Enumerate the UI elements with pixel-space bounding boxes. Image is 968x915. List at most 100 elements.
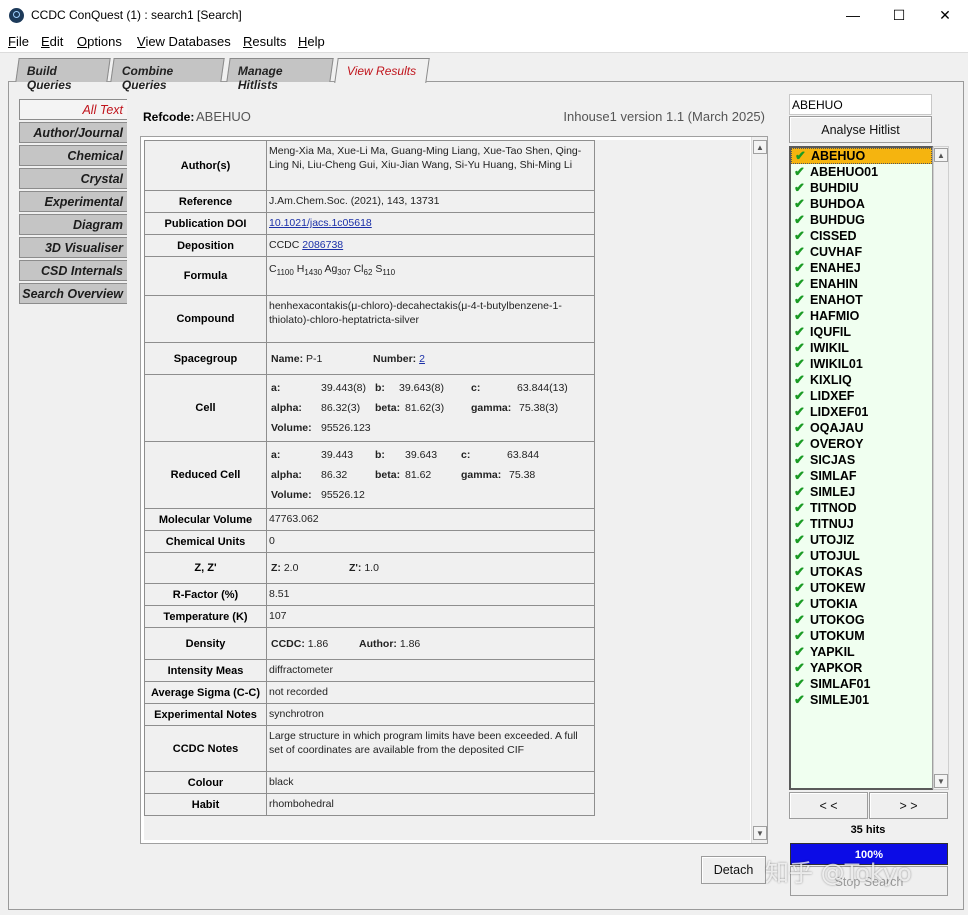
analyse-hitlist-button[interactable]: Analyse Hitlist (789, 116, 932, 143)
sidetab-csd-internals[interactable]: CSD Internals (19, 260, 127, 281)
hitlist-item[interactable]: ✔ LIDXEF01 (791, 404, 932, 420)
z-label: Z, Z' (144, 552, 267, 584)
hitlist-item[interactable]: ✔ ENAHOT (791, 292, 932, 308)
row-authors: Author(s) Meng-Xia Ma, Xue-Li Ma, Guang-… (144, 140, 595, 191)
menu-help[interactable]: Help (298, 34, 325, 49)
hitlist-item[interactable]: ✔ KIXLIQ (791, 372, 932, 388)
details-scrollbar[interactable]: ▲ ▼ (751, 137, 767, 843)
hitlist-item[interactable]: ✔ UTOKAS (791, 564, 932, 580)
hitlist-item[interactable]: ✔ SIMLAF (791, 468, 932, 484)
hitlist[interactable]: ✔ ABEHUO ✔ ABEHUO01 ✔ BUHDIU ✔ BUHDOA ✔ BUHDUG ✔ CI… (789, 146, 933, 790)
hitlist-item[interactable]: ✔ OQAJAU (791, 420, 932, 436)
checkmark-icon: ✔ (794, 596, 805, 611)
tab-combine-queries[interactable]: Combine Queries (110, 58, 225, 92)
hitlist-scrollbar[interactable]: ▲ ▼ (933, 146, 949, 790)
close-button[interactable]: ✕ (922, 0, 968, 31)
hitlist-item[interactable]: ✔ SIMLEJ01 (791, 692, 932, 708)
hitlist-item[interactable]: ✔ UTOKIA (791, 596, 932, 612)
sidetab-chemical[interactable]: Chemical (19, 145, 127, 166)
hits-count: 35 hits (850, 824, 886, 836)
hitlist-item[interactable]: ✔ HAFMIO (791, 308, 932, 324)
detach-button[interactable]: Detach (701, 856, 766, 884)
hitlist-item-label: LIDXEF01 (810, 405, 869, 419)
hitlist-scroll-down-icon[interactable]: ▼ (934, 774, 948, 788)
sidetab-diagram[interactable]: Diagram (19, 214, 127, 235)
sidetab-author-journal[interactable]: Author/Journal (19, 122, 127, 143)
tab-manage-hitlists[interactable]: Manage Hitlists (226, 58, 334, 92)
row-spacegroup: Spacegroup Name: P-1 Number: 2 (144, 342, 595, 375)
hitlist-item-label: ABEHUO (811, 149, 866, 163)
hitlist-item[interactable]: ✔ BUHDOA (791, 196, 932, 212)
hitlist-item[interactable]: ✔ SIMLEJ (791, 484, 932, 500)
stop-search-button[interactable]: Stop Search (790, 866, 948, 896)
menu-view-databases[interactable]: View Databases (137, 34, 231, 49)
sidetab-search-overview[interactable]: Search Overview (19, 283, 127, 304)
hitlist-item-label: UTOKAS (810, 565, 863, 579)
sidetab-crystal[interactable]: Crystal (19, 168, 127, 189)
hitlist-item[interactable]: ✔ OVEROY (791, 436, 932, 452)
hitlist-item-label: SIMLEJ01 (810, 693, 870, 707)
doi-link[interactable]: 10.1021/jacs.1c05618 (269, 217, 372, 229)
checkmark-icon: ✔ (794, 516, 805, 531)
hitlist-item-label: UTOKEW (810, 581, 866, 595)
hitlist-item[interactable]: ✔ CISSED (791, 228, 932, 244)
hitlist-item[interactable]: ✔ ABEHUO (791, 148, 932, 164)
hitlist-item[interactable]: ✔ UTOJIZ (791, 532, 932, 548)
hitlist-item[interactable]: ✔ UTOKEW (791, 580, 932, 596)
hitlist-item[interactable]: ✔ IWIKIL (791, 340, 932, 356)
hitlist-item[interactable]: ✔ ABEHUO01 (791, 164, 932, 180)
hitlist-item[interactable]: ✔ LIDXEF (791, 388, 932, 404)
hitlist-item-label: BUHDIU (810, 181, 859, 195)
hitlist-item-label: CUVHAF (810, 245, 863, 259)
checkmark-icon: ✔ (794, 532, 805, 547)
hitlist-item[interactable]: ✔ BUHDUG (791, 212, 932, 228)
hitlist-item[interactable]: ✔ BUHDIU (791, 180, 932, 196)
hitlist-item[interactable]: ✔ SIMLAF01 (791, 676, 932, 692)
hitlist-item[interactable]: ✔ YAPKIL (791, 644, 932, 660)
hitlist-item-label: IWIKIL01 (810, 357, 863, 371)
hitlist-item-label: SIMLEJ (810, 485, 856, 499)
reduced-cell-value: a: 39.443 b: 39.643 c: 63.844 alpha: 86.32 b… (266, 441, 595, 509)
hitlist-item[interactable]: ✔ TITNUJ (791, 516, 932, 532)
average-sigma-label: Average Sigma (C-C) (144, 681, 267, 704)
sidetab-3d-visualiser[interactable]: 3D Visualiser (19, 237, 127, 258)
hitlist-search-input[interactable]: ABEHUO (789, 94, 932, 115)
hitlist-item[interactable]: ✔ YAPKOR (791, 660, 932, 676)
authors-value: Meng-Xia Ma, Xue-Li Ma, Guang-Ming Liang… (266, 140, 595, 191)
menu-results[interactable]: Results (243, 34, 286, 49)
hitlist-item[interactable]: ✔ CUVHAF (791, 244, 932, 260)
hitlist-item[interactable]: ✔ IQUFIL (791, 324, 932, 340)
menu-edit[interactable]: Edit (41, 34, 63, 49)
spacegroup-number-link[interactable]: 2 (419, 353, 425, 365)
minimize-button[interactable]: — (830, 0, 876, 31)
hitlist-item[interactable]: ✔ ENAHIN (791, 276, 932, 292)
hitlist-item[interactable]: ✔ SICJAS (791, 452, 932, 468)
hitlist-scroll-up-icon[interactable]: ▲ (934, 148, 948, 162)
checkmark-icon: ✔ (794, 580, 805, 595)
hitlist-item[interactable]: ✔ IWIKIL01 (791, 356, 932, 372)
maximize-button[interactable]: ☐ (876, 0, 922, 31)
tab-build-queries[interactable]: Build Queries (15, 58, 111, 92)
cell-value: a: 39.443(8) b: 39.643(8) c: 63.844(13) alp… (266, 374, 595, 442)
doi-label: Publication DOI (144, 212, 267, 235)
ccdc-notes-value: Large structure in which program limits … (266, 725, 595, 772)
sidetab-experimental[interactable]: Experimental (19, 191, 127, 212)
menu-options[interactable]: Options (77, 34, 122, 49)
previous-hit-button[interactable]: < < (789, 792, 868, 819)
menu-file[interactable]: File (8, 34, 29, 49)
next-hit-button[interactable]: > > (869, 792, 948, 819)
hitlist-item[interactable]: ✔ UTOJUL (791, 548, 932, 564)
scroll-up-arrow-icon[interactable]: ▲ (753, 140, 767, 154)
hitlist-item-label: ENAHIN (810, 277, 858, 291)
hitlist-item[interactable]: ✔ UTOKOG (791, 612, 932, 628)
row-compound: Compound henhexacontakis(μ-chloro)-decah… (144, 295, 595, 343)
hitlist-item-label: UTOJIZ (810, 533, 855, 547)
sidetab-all-text[interactable]: All Text (19, 99, 127, 120)
checkmark-icon: ✔ (794, 340, 805, 355)
hitlist-item[interactable]: ✔ UTOKUM (791, 628, 932, 644)
deposition-link[interactable]: 2086738 (302, 239, 343, 251)
tab-view-results[interactable]: View Results (334, 58, 430, 83)
scroll-down-arrow-icon[interactable]: ▼ (753, 826, 767, 840)
hitlist-item[interactable]: ✔ TITNOD (791, 500, 932, 516)
hitlist-item[interactable]: ✔ ENAHEJ (791, 260, 932, 276)
